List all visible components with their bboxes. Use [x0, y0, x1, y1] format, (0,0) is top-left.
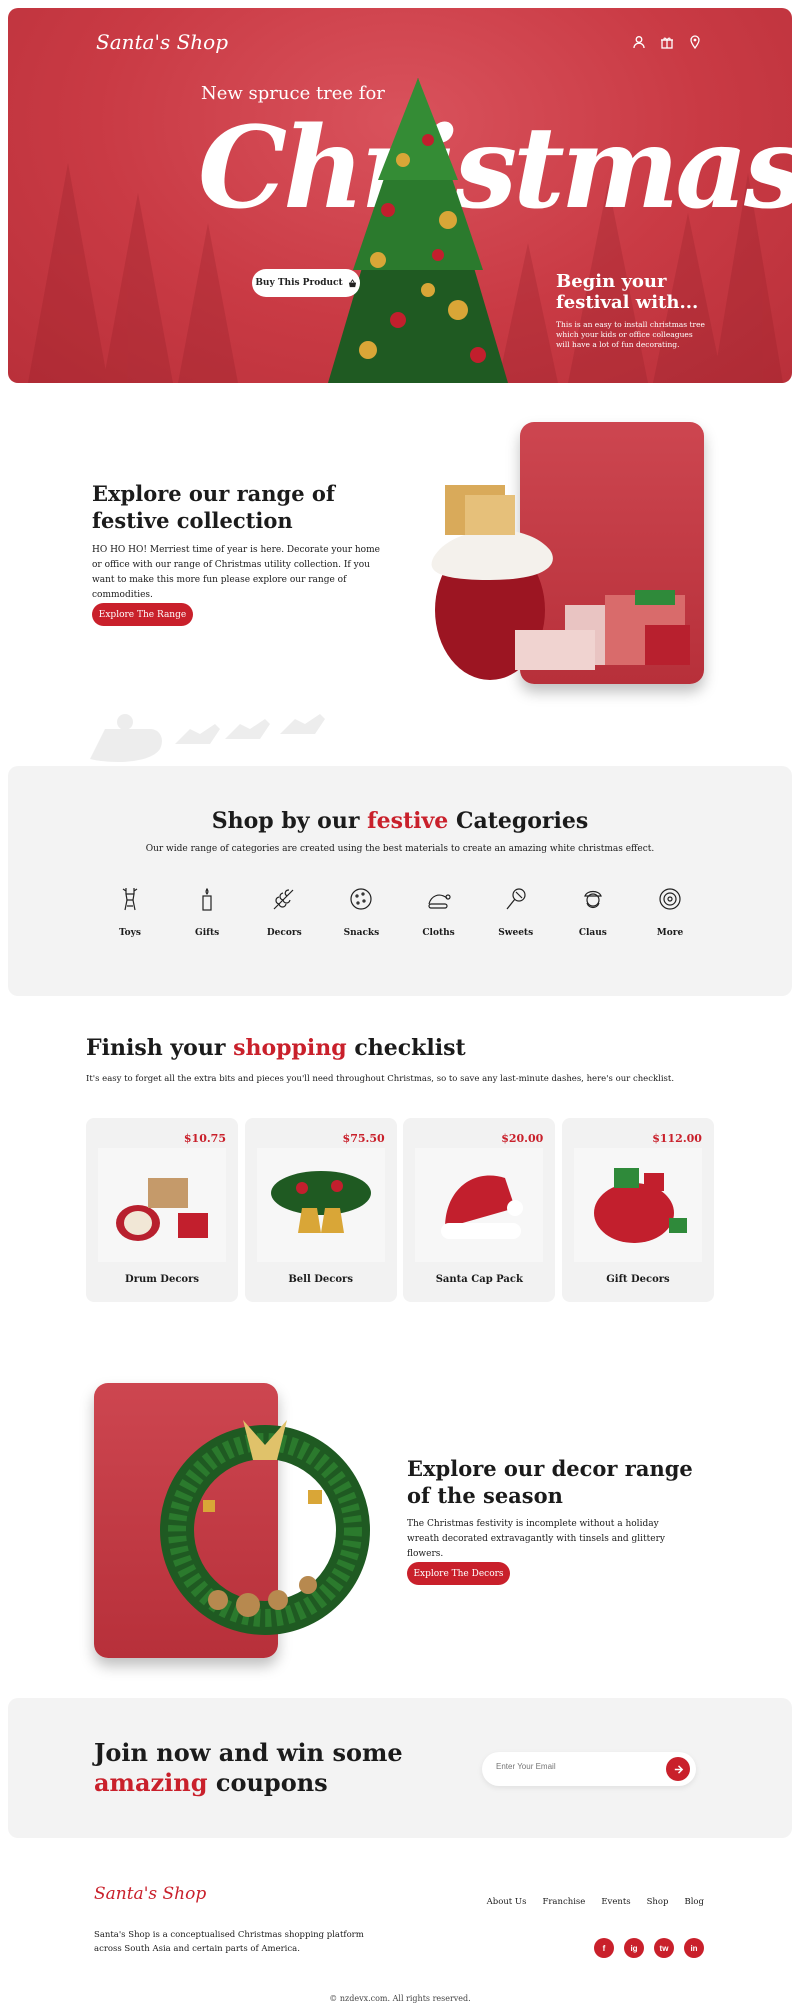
footer-logo[interactable]: Santa's Shop	[94, 1884, 206, 1904]
location-icon[interactable]	[688, 34, 702, 50]
category-label: Sweets	[498, 928, 534, 938]
reindeer-icon	[122, 888, 138, 911]
categories-subtitle: Our wide range of categories are created…	[145, 844, 655, 854]
footer-description: Santa's Shop is a conceptualised Christm…	[94, 1930, 364, 1954]
newsletter-title-end: coupons	[215, 1768, 328, 1797]
category-claus[interactable]: Claus	[563, 886, 623, 939]
christmas-tree-image	[328, 78, 508, 383]
product-name: Gift Decors	[606, 1274, 670, 1285]
explore-decors-button[interactable]: Explore The Decors	[407, 1562, 510, 1585]
logo[interactable]: Santa's Shop	[96, 30, 228, 54]
email-field-wrapper	[482, 1752, 696, 1786]
gift-sack-image	[573, 1148, 702, 1262]
santa-cap-image	[415, 1148, 544, 1262]
category-label: Claus	[578, 928, 607, 938]
instagram-icon[interactable]: ig	[624, 1938, 644, 1958]
linkedin-icon[interactable]: in	[684, 1938, 704, 1958]
footer-link-about[interactable]: About Us	[487, 1897, 527, 1907]
copyright: © nzdevx.com. All rights reserved.	[329, 1994, 471, 2003]
facebook-icon[interactable]: f	[594, 1938, 614, 1958]
product-list: $10.75 Drum Decors $75.50 Bell Decors $2…	[86, 1118, 714, 1302]
gift-icon[interactable]	[660, 34, 674, 49]
category-label: More	[656, 928, 684, 938]
category-label: Toys	[119, 928, 141, 938]
footer-link-events[interactable]: Events	[601, 1897, 630, 1907]
product-name: Bell Decors	[288, 1274, 353, 1285]
category-decors[interactable]: Decors	[254, 886, 314, 939]
category-toys[interactable]: Toys	[100, 886, 160, 939]
category-snacks[interactable]: Snacks	[331, 886, 391, 939]
submit-email-button[interactable]	[666, 1757, 690, 1781]
user-icon[interactable]	[632, 34, 646, 49]
lollipop-icon	[506, 888, 526, 910]
categories-title: Shop by our festive Categories	[8, 808, 792, 834]
wreath-image	[160, 1420, 370, 1635]
product-price: $10.75	[183, 1132, 226, 1145]
arrow-right-icon	[674, 1764, 683, 1774]
categories-title-start: Shop by our	[211, 808, 360, 834]
newsletter-title: Join now and win some amazing coupons	[94, 1738, 403, 1798]
explore-range-button[interactable]: Explore The Range	[92, 603, 193, 626]
cookie-icon	[350, 888, 373, 910]
hero-banner: Santa's Shop New spruce tree for Christm…	[8, 8, 792, 383]
explore-title: Explore our range of festive collection	[92, 481, 335, 533]
decor-text: The Christmas festivity is incomplete wi…	[407, 1519, 665, 1559]
santa-sack-image	[431, 485, 690, 680]
product-name: Santa Cap Pack	[435, 1274, 523, 1285]
decor-title: Explore our decor range of the season	[407, 1456, 693, 1508]
hat-icon	[427, 894, 451, 909]
checklist-title-end: checklist	[354, 1035, 466, 1061]
basket-icon	[348, 278, 356, 287]
footer-link-blog[interactable]: Blog	[684, 1897, 704, 1907]
footer-link-franchise[interactable]: Franchise	[542, 1897, 585, 1907]
category-cloths[interactable]: Cloths	[409, 886, 469, 939]
product-card[interactable]: $10.75 Drum Decors	[86, 1118, 238, 1302]
checklist-text: It's easy to forget all the extra bits a…	[86, 1074, 675, 1084]
sleigh-silhouette	[90, 714, 325, 762]
categories-title-end: Categories	[455, 808, 589, 834]
category-more[interactable]: More	[640, 886, 700, 939]
product-price: $20.00	[501, 1132, 544, 1145]
drum-image	[98, 1148, 226, 1262]
begin-text: This is an easy to install christmas tre…	[556, 320, 705, 349]
social-links: f ig tw in	[594, 1938, 704, 1958]
category-gifts[interactable]: Gifts	[177, 886, 237, 939]
bell-image	[256, 1148, 385, 1262]
checklist-title-highlight: shopping	[233, 1035, 347, 1061]
more-icon	[659, 888, 681, 910]
buy-button-label: Buy This Product	[255, 278, 343, 288]
product-name: Drum Decors	[125, 1274, 199, 1285]
footer-nav: About Us Franchise Events Shop Blog	[487, 1897, 704, 1907]
category-label: Cloths	[422, 928, 455, 938]
newsletter-title-highlight: amazing	[94, 1768, 208, 1797]
buy-this-product-button[interactable]: Buy This Product	[252, 269, 360, 297]
footer-link-shop[interactable]: Shop	[647, 1897, 669, 1907]
category-label: Decors	[266, 928, 302, 938]
product-card[interactable]: $20.00 Santa Cap Pack	[403, 1118, 556, 1302]
product-price: $75.50	[342, 1132, 385, 1145]
email-input[interactable]	[496, 1762, 646, 1771]
category-sweets[interactable]: Sweets	[486, 886, 546, 939]
begin-heading: Begin your festival with...	[556, 271, 699, 313]
santa-icon	[584, 890, 602, 909]
twitter-icon[interactable]: tw	[654, 1938, 674, 1958]
category-label: Gifts	[195, 928, 220, 938]
categories-section: Shop by our festive Categories Our wide …	[8, 766, 792, 996]
explore-text: HO HO HO! Merriest time of year is here.…	[92, 545, 380, 600]
product-card[interactable]: $112.00 Gift Decors	[561, 1118, 714, 1302]
categories-title-highlight: festive	[367, 808, 449, 834]
checklist-title-start: Finish your	[86, 1035, 226, 1061]
product-card[interactable]: $75.50 Bell Decors	[244, 1118, 397, 1302]
candle-icon	[202, 887, 212, 911]
newsletter-section: Join now and win some amazing coupons	[8, 1698, 792, 1838]
newsletter-title-line1: Join now and win some	[94, 1738, 403, 1767]
product-price: $112.00	[652, 1132, 702, 1145]
category-list: Toys Gifts Decors Snacks Cloths Sweets C…	[100, 886, 700, 939]
leaf-icon	[273, 889, 294, 910]
checklist-title: Finish your shopping checklist	[86, 1035, 466, 1061]
header-icons	[632, 34, 702, 50]
category-label: Snacks	[343, 928, 380, 938]
